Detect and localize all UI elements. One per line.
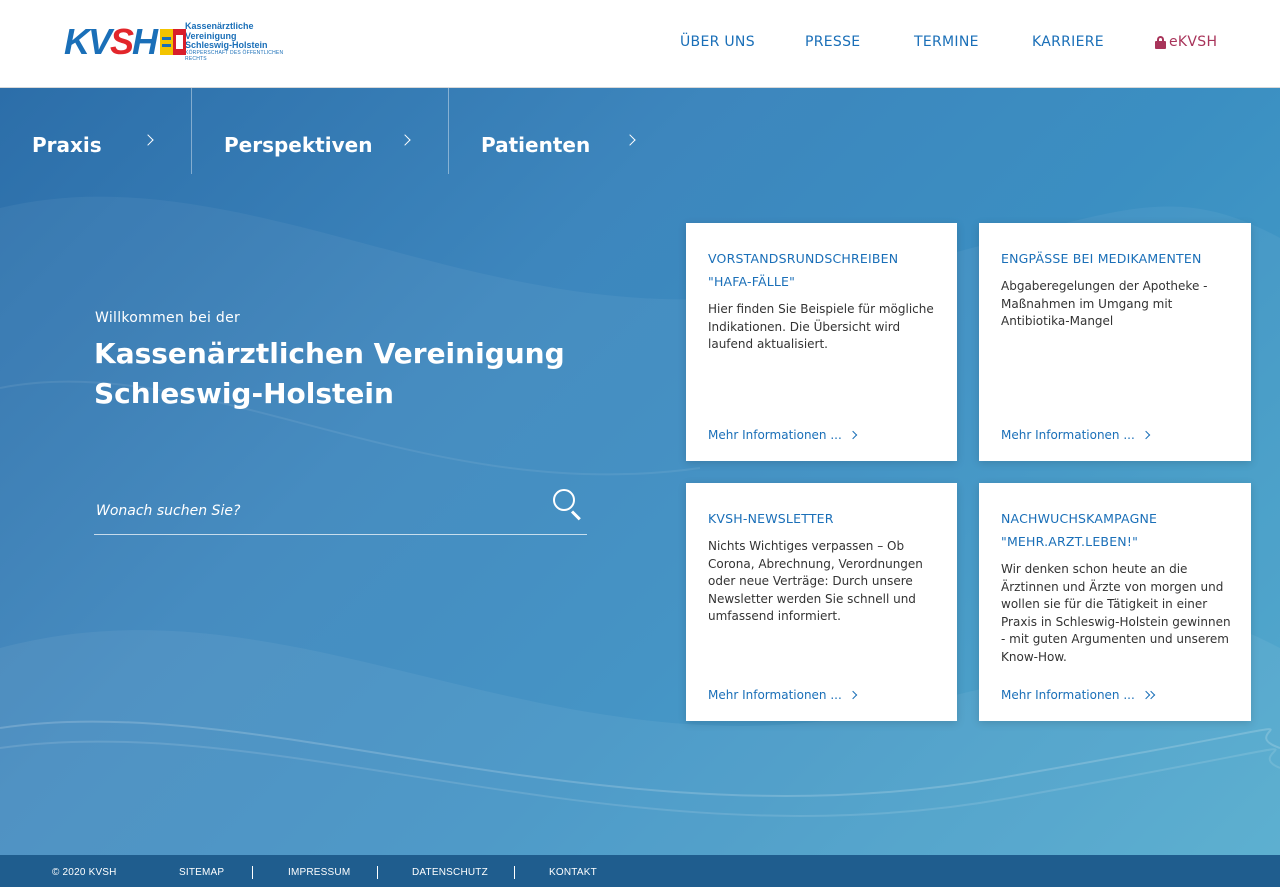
chevron-right-icon [1141, 430, 1151, 440]
more-info-link[interactable]: Mehr Informationen ... [708, 428, 858, 442]
card-text: Hier finden Sie Beispiele für mögliche I… [708, 302, 934, 351]
nav-ueber-uns[interactable]: ÜBER UNS [680, 34, 755, 50]
footer-separator [252, 866, 253, 879]
category-divider [191, 88, 192, 174]
chevron-right-icon [848, 430, 858, 440]
news-card: VORSTANDSRUNDSCHREIBEN "HAFA-FÄLLE" Hier… [686, 223, 957, 461]
category-patienten-label: Patienten [481, 133, 591, 157]
more-info-link[interactable]: Mehr Informationen ... [708, 688, 858, 702]
footer-separator [514, 866, 515, 879]
more-info-link[interactable]: Mehr Informationen ... [1001, 688, 1156, 702]
lock-icon [1155, 36, 1166, 49]
site-header: KVSH Kassenärztliche Vereinigung Schlesw… [0, 0, 1280, 88]
top-navigation: ÜBER UNS PRESSE TERMINE KARRIERE eKVSH [0, 34, 1280, 54]
card-text: Wir denken schon heute an die Ärztinnen … [1001, 562, 1231, 664]
card-title: NACHWUCHSKAMPAGNE "MEHR.ARZT.LEBEN!" [1001, 511, 1158, 549]
category-perspektiven[interactable]: Perspektiven [192, 88, 448, 174]
nav-ekvsh-label: eKVSH [1169, 34, 1218, 50]
wave-decoration [0, 196, 1280, 855]
category-praxis[interactable]: Praxis [0, 88, 191, 174]
chevron-right-icon [848, 690, 858, 700]
card-text: Abgaberegelungen der Apotheke - Maßnahme… [1001, 279, 1208, 328]
search-icon [553, 489, 575, 511]
category-perspektiven-label: Perspektiven [224, 133, 373, 157]
chevron-right-icon [624, 134, 636, 146]
footer-link-kontakt[interactable]: KONTAKT [549, 867, 597, 878]
footer-separator [377, 866, 378, 879]
search-bar [94, 486, 587, 535]
welcome-intro: Willkommen bei der [95, 310, 241, 326]
hero-background [0, 88, 1280, 855]
search-button[interactable] [553, 489, 583, 521]
category-patienten[interactable]: Patienten [449, 88, 659, 174]
category-praxis-label: Praxis [32, 133, 102, 157]
card-title: ENGPÄSSE BEI MEDIKAMENTEN [1001, 251, 1202, 266]
more-info-link[interactable]: Mehr Informationen ... [1001, 428, 1151, 442]
nav-termine[interactable]: TERMINE [914, 34, 979, 50]
category-divider [448, 88, 449, 174]
footer-link-datenschutz[interactable]: DATENSCHUTZ [412, 867, 488, 878]
welcome-title: Kassenärztlichen Vereinigung Schleswig-H… [94, 337, 565, 410]
double-chevron-right-icon [1141, 690, 1156, 700]
chevron-right-icon [142, 134, 154, 146]
search-input[interactable] [96, 500, 536, 522]
card-title: VORSTANDSRUNDSCHREIBEN "HAFA-FÄLLE" [708, 251, 899, 289]
footer-link-sitemap[interactable]: SITEMAP [179, 867, 224, 878]
nav-presse[interactable]: PRESSE [805, 34, 860, 50]
nav-ekvsh[interactable]: eKVSH [1155, 34, 1217, 50]
news-card: ENGPÄSSE BEI MEDIKAMENTEN Abgaberegelung… [979, 223, 1251, 461]
nav-karriere[interactable]: KARRIERE [1032, 34, 1104, 50]
footer-link-impressum[interactable]: IMPRESSUM [288, 867, 350, 878]
site-footer: © 2020 KVSH SITEMAP IMPRESSUM DATENSCHUT… [0, 855, 1280, 887]
copyright: © 2020 KVSH [52, 867, 117, 878]
card-title: KVSH-NEWSLETTER [708, 511, 834, 526]
news-card: KVSH-NEWSLETTER Nichts Wichtiges verpass… [686, 483, 957, 721]
card-text: Nichts Wichtiges verpassen – Ob Corona, … [708, 539, 923, 623]
news-card: NACHWUCHSKAMPAGNE "MEHR.ARZT.LEBEN!" Wir… [979, 483, 1251, 721]
chevron-right-icon [399, 134, 411, 146]
category-bar: Praxis Perspektiven Patienten [0, 88, 670, 174]
